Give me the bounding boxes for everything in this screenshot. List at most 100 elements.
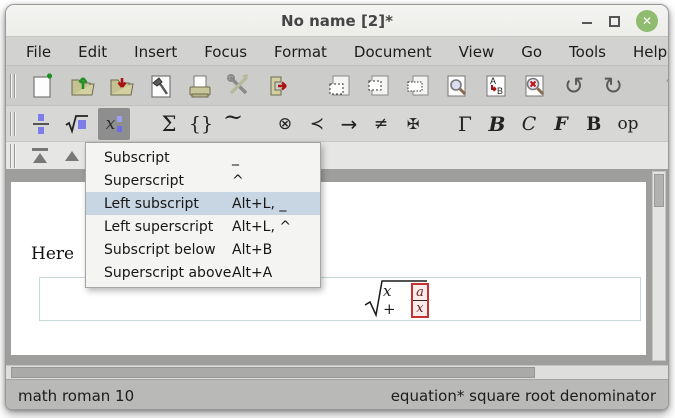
titlebar[interactable]: No name [2]* ✕ [6, 5, 668, 37]
menubar: File Edit Insert Focus Format Document V… [6, 38, 668, 65]
back-hand-icon: ☜ [665, 74, 669, 97]
menu-item-superscript[interactable]: Superscript ^ [86, 169, 320, 192]
toolbar-grip[interactable] [10, 74, 15, 98]
calligraphic-letter-button[interactable]: C [516, 110, 542, 138]
menu-insert[interactable]: Insert [134, 43, 177, 61]
menu-format[interactable]: Format [274, 43, 327, 61]
horizontal-scrollbar-thumb[interactable] [11, 367, 535, 378]
menu-item-left-subscript[interactable]: Left subscript Alt+L, _ [86, 192, 320, 215]
redo-button[interactable]: ↻ [598, 71, 628, 101]
save-document-button[interactable] [107, 71, 137, 101]
window-title: No name [2]* [281, 12, 393, 30]
equation[interactable]: x + a x [363, 278, 429, 320]
statusbar: math roman 10 equation* square root deno… [6, 379, 668, 410]
main-toolbar: A B ↺ ↻ ☜ [6, 65, 668, 105]
toolbar-grip[interactable] [10, 112, 15, 136]
menu-file[interactable]: File [26, 43, 51, 61]
binary-operator-button[interactable]: ⊗ [272, 110, 298, 138]
square-root-button[interactable] [62, 109, 92, 139]
paragraph-text[interactable]: Here [31, 244, 74, 264]
print-button[interactable] [185, 71, 215, 101]
vertical-scrollbar-thumb[interactable] [654, 174, 664, 207]
hammer-icon [148, 73, 174, 99]
menu-focus[interactable]: Focus [204, 43, 247, 61]
scripts-button[interactable]: x [98, 108, 130, 140]
cut-icon [366, 73, 392, 99]
fraction-numerator: a [416, 285, 424, 300]
math-toolbar: x Σ {} ~ ⊗ ≺ → ≠ ✠ Γ B C F B B op [6, 105, 668, 141]
scripts-icon: x [106, 114, 123, 134]
arrow-button[interactable]: → [336, 110, 362, 138]
undo-icon: ↺ [564, 74, 584, 98]
svg-text:A: A [490, 76, 496, 86]
close-icon[interactable]: ✕ [636, 10, 658, 32]
replace-icon: A B [483, 73, 509, 99]
export-button[interactable] [263, 71, 293, 101]
compile-button[interactable] [146, 71, 176, 101]
scripts-dropdown-menu: Subscript _ Superscript ^ Left subscript… [85, 142, 321, 288]
exit-up-icon [32, 148, 48, 163]
undo-button[interactable]: ↺ [559, 71, 589, 101]
copy-button[interactable] [325, 71, 355, 101]
spellcheck-button[interactable] [520, 71, 550, 101]
fraction-icon [30, 112, 52, 136]
redo-icon: ↻ [603, 74, 623, 98]
square-root-icon [65, 112, 89, 136]
menu-item-superscript-above[interactable]: Superscript above Alt+A [86, 261, 320, 284]
open-folder-icon [70, 73, 96, 99]
vertical-scrollbar[interactable] [652, 171, 666, 361]
fraction-denominator: x [416, 301, 423, 316]
menu-item-left-superscript[interactable]: Left superscript Alt+L, ^ [86, 215, 320, 238]
minimize-icon[interactable] [581, 15, 593, 27]
horizontal-scrollbar[interactable] [6, 365, 668, 379]
negation-button[interactable]: ≠ [368, 110, 394, 138]
toolbar-grip[interactable] [10, 144, 15, 168]
search-page-icon [444, 73, 470, 99]
operator-button[interactable]: op [612, 110, 644, 138]
printer-icon [187, 73, 213, 99]
new-document-button[interactable] [29, 71, 59, 101]
spellcheck-icon [522, 73, 548, 99]
maximize-icon[interactable] [609, 16, 620, 27]
paste-button[interactable] [403, 71, 433, 101]
fraktur-letter-button[interactable]: F [548, 110, 574, 138]
radicand-text: x + [383, 282, 407, 318]
focus-up-button[interactable] [60, 144, 84, 168]
menu-view[interactable]: View [459, 43, 495, 61]
accent-button[interactable]: ~ [220, 110, 246, 138]
search-button[interactable] [442, 71, 472, 101]
miscellaneous-symbol-button[interactable]: ✠ [400, 110, 426, 138]
menu-item-subscript-below[interactable]: Subscript below Alt+B [86, 238, 320, 261]
relation-button[interactable]: ≺ [304, 110, 330, 138]
paste-icon [405, 73, 431, 99]
svg-text:B: B [497, 86, 503, 96]
focus-box[interactable]: a x [411, 283, 429, 318]
copy-icon [327, 73, 353, 99]
cut-button[interactable] [364, 71, 394, 101]
menu-document[interactable]: Document [354, 43, 432, 61]
exit-focus-button[interactable] [28, 144, 52, 168]
preferences-button[interactable] [224, 71, 254, 101]
tools-icon [226, 73, 252, 99]
status-right: equation* square root denominator [391, 387, 656, 405]
braces-button[interactable]: {} [188, 110, 214, 138]
up-triangle-icon [65, 151, 79, 161]
export-icon [265, 73, 291, 99]
replace-button[interactable]: A B [481, 71, 511, 101]
save-folder-icon [109, 73, 135, 99]
fraction-button[interactable] [26, 109, 56, 139]
menu-edit[interactable]: Edit [78, 43, 107, 61]
new-document-icon [31, 73, 57, 99]
open-document-button[interactable] [68, 71, 98, 101]
blackboard-letter-button[interactable]: B B [580, 110, 606, 138]
status-left: math roman 10 [18, 387, 134, 405]
menu-go[interactable]: Go [521, 43, 542, 61]
big-operator-button[interactable]: Σ [156, 110, 182, 138]
bold-letter-button[interactable]: B [484, 110, 510, 138]
greek-letter-button[interactable]: Γ [452, 110, 478, 138]
back-button[interactable]: ☜ [660, 71, 669, 101]
app-window: No name [2]* ✕ File Edit Insert Focus Fo… [5, 4, 669, 410]
menu-item-subscript[interactable]: Subscript _ [86, 146, 320, 169]
menu-help[interactable]: Help [633, 43, 667, 61]
menu-tools[interactable]: Tools [569, 43, 606, 61]
